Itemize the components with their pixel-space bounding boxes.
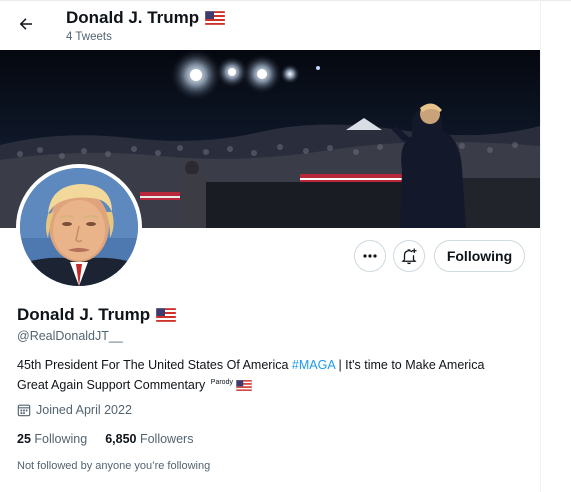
profile-bio: 45th President For The United States Of … [17, 356, 487, 394]
calendar-icon [17, 404, 31, 417]
back-button[interactable] [12, 10, 40, 38]
joined-text: Joined April 2022 [36, 403, 132, 417]
arrow-left-icon [19, 18, 32, 30]
header-title: Donald J. Trump [66, 8, 226, 28]
followers-count: 6,850 [105, 432, 137, 446]
tweet-count: 4 Tweets [66, 31, 112, 43]
following-count: 25 [17, 432, 31, 446]
bio-text-start: 45th President For The United States Of … [17, 358, 292, 372]
more-button[interactable] [354, 240, 386, 272]
more-dots-icon [363, 254, 377, 258]
profile-page: Donald J. Trump 4 Tweets Following Donal… [0, 0, 571, 492]
avatar-photo [20, 168, 138, 286]
not-followed-notice: Not followed by anyone you’re following [17, 460, 211, 472]
us-flag-icon [156, 308, 177, 322]
display-name-text: Donald J. Trump [17, 305, 151, 324]
followers-link[interactable]: 6,850 Followers [105, 432, 193, 446]
followers-label: Followers [139, 432, 194, 446]
display-name: Donald J. Trump [17, 305, 177, 325]
us-flag-icon [205, 11, 226, 25]
bio-hashtag-link[interactable]: #MAGA [292, 358, 335, 372]
follow-stats: 25 Following 6,850 Followers [17, 432, 193, 446]
following-label: Following [34, 432, 88, 446]
parody-label: Parody [210, 379, 233, 386]
following-button[interactable]: Following [434, 240, 525, 272]
avatar[interactable] [16, 164, 142, 290]
us-flag-icon [236, 380, 253, 392]
joined-date: Joined April 2022 [17, 403, 132, 417]
profile-header: Donald J. Trump 4 Tweets [0, 0, 540, 50]
notify-button[interactable] [393, 240, 425, 272]
bell-plus-icon [401, 248, 417, 265]
column-divider [540, 0, 541, 492]
following-link[interactable]: 25 Following [17, 432, 87, 446]
header-name: Donald J. Trump [66, 8, 200, 27]
user-handle: @RealDonaldJT__ [17, 329, 123, 343]
